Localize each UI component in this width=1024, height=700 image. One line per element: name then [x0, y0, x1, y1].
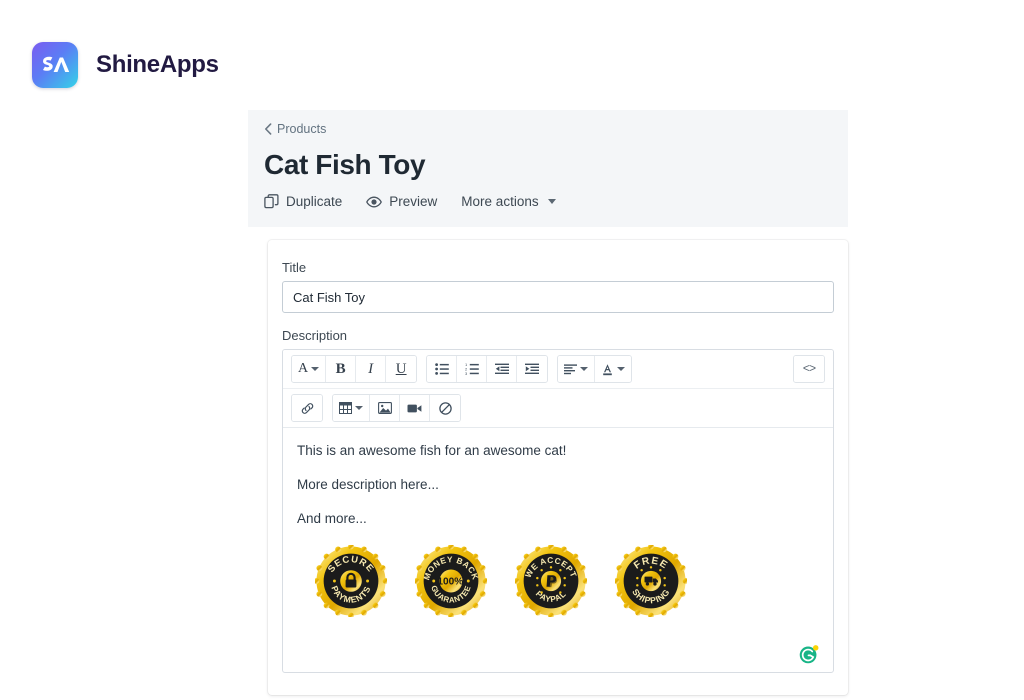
align-left-icon	[564, 363, 578, 375]
product-form-card: Title Description A B I	[268, 240, 848, 695]
chevron-down-icon	[311, 367, 320, 371]
clear-formatting-button[interactable]	[430, 395, 460, 421]
paypal-badge: WE ACCEPT PAYPAL	[515, 544, 587, 617]
shineapps-logo-icon	[32, 42, 78, 88]
align-dropdown[interactable]	[558, 356, 596, 382]
more-actions-label: More actions	[461, 194, 539, 210]
code-icon: <>	[802, 362, 816, 376]
chevron-down-icon	[580, 367, 589, 371]
duplicate-icon	[264, 194, 279, 209]
editor-toolbar-row-1: A B I U 1 2 3 <>	[283, 350, 833, 389]
chevron-left-icon	[264, 123, 272, 135]
preview-label: Preview	[389, 194, 438, 210]
app-root: ShineApps Products Cat Fish Toy Duplicat…	[0, 0, 1024, 700]
toolbar-group-code: <>	[793, 355, 825, 383]
duplicate-button[interactable]: Duplicate	[264, 194, 342, 209]
text-color-icon	[601, 363, 614, 376]
breadcrumb-label: Products	[277, 122, 327, 136]
money-back-badge: MONEY BACK GUARANTEE 100%	[415, 544, 487, 617]
outdent-button[interactable]	[487, 356, 518, 382]
chevron-down-icon	[547, 199, 556, 205]
bold-button[interactable]: B	[326, 356, 357, 382]
editor-paragraph: And more...	[297, 511, 367, 527]
toolbar-group-link	[291, 394, 323, 422]
free-shipping-badge: FREE SHIPPING	[615, 544, 687, 617]
editor-paragraph: This is an awesome fish for an awesome c…	[297, 443, 567, 458]
duplicate-label: Duplicate	[286, 194, 343, 210]
video-icon	[407, 403, 422, 414]
badge-center-text: 100%	[437, 576, 463, 587]
insert-image-button[interactable]	[370, 395, 400, 421]
more-actions-button[interactable]: More actions	[461, 194, 556, 210]
underline-icon: U	[395, 360, 407, 377]
insert-link-button[interactable]	[292, 395, 322, 421]
rich-text-editor: A B I U 1 2 3 <> This is an awesome fish…	[282, 349, 834, 673]
toolbar-group-align-color	[557, 355, 633, 383]
breadcrumb[interactable]: Products	[264, 120, 326, 139]
title-field-label: Title	[282, 260, 307, 275]
secure-payments-badge: SECURE PAYMENTS	[315, 544, 387, 617]
unordered-list-button[interactable]	[427, 356, 458, 382]
preview-button[interactable]: Preview	[366, 195, 437, 209]
editor-toolbar-row-2	[283, 389, 833, 428]
insert-video-button[interactable]	[400, 395, 430, 421]
ordered-list-button[interactable]: 1 2 3	[457, 356, 488, 382]
trust-badges: SECURE PAYMENTS MONEY BACK GUARANTEE 100…	[297, 544, 819, 617]
numbered-list-icon: 1 2 3	[465, 363, 479, 375]
link-icon	[300, 402, 315, 415]
eye-icon	[366, 195, 383, 209]
description-field-label: Description	[282, 328, 348, 343]
brand-header: ShineApps	[32, 42, 219, 88]
code-view-button[interactable]: <>	[794, 356, 824, 382]
page-panel: Products Cat Fish Toy Duplicate Preview …	[248, 110, 848, 228]
chevron-down-icon	[355, 406, 363, 410]
insert-table-dropdown[interactable]	[333, 395, 370, 421]
title-input[interactable]	[282, 281, 834, 313]
text-color-dropdown[interactable]	[595, 356, 632, 382]
grammarly-icon[interactable]	[799, 644, 819, 664]
page-actions: Duplicate Preview More actions	[264, 194, 832, 209]
bold-icon: B	[335, 360, 346, 377]
table-icon	[339, 402, 352, 414]
outdent-icon	[494, 363, 509, 375]
underline-button[interactable]: U	[386, 356, 417, 382]
bullet-list-icon	[434, 363, 449, 375]
image-icon	[377, 402, 392, 414]
indent-button[interactable]	[517, 356, 548, 382]
italic-button[interactable]: I	[356, 356, 387, 382]
toolbar-group-text-format: A B I U	[291, 355, 418, 383]
font-style-icon: A	[298, 361, 309, 376]
page-title: Cat Fish Toy	[264, 149, 426, 181]
chevron-down-icon	[617, 367, 626, 371]
svg-text:3: 3	[465, 371, 468, 375]
brand-name: ShineApps	[96, 51, 219, 78]
indent-icon	[525, 363, 540, 375]
font-style-dropdown[interactable]: A	[292, 356, 327, 382]
editor-content-area[interactable]: This is an awesome fish for an awesome c…	[283, 428, 833, 672]
editor-paragraph: More description here...	[297, 477, 439, 493]
toolbar-group-insert	[332, 394, 461, 422]
toolbar-group-lists: 1 2 3	[426, 355, 549, 383]
clear-format-icon	[438, 401, 452, 415]
page-header: Products Cat Fish Toy Duplicate Preview …	[248, 110, 848, 227]
italic-icon: I	[368, 360, 374, 377]
